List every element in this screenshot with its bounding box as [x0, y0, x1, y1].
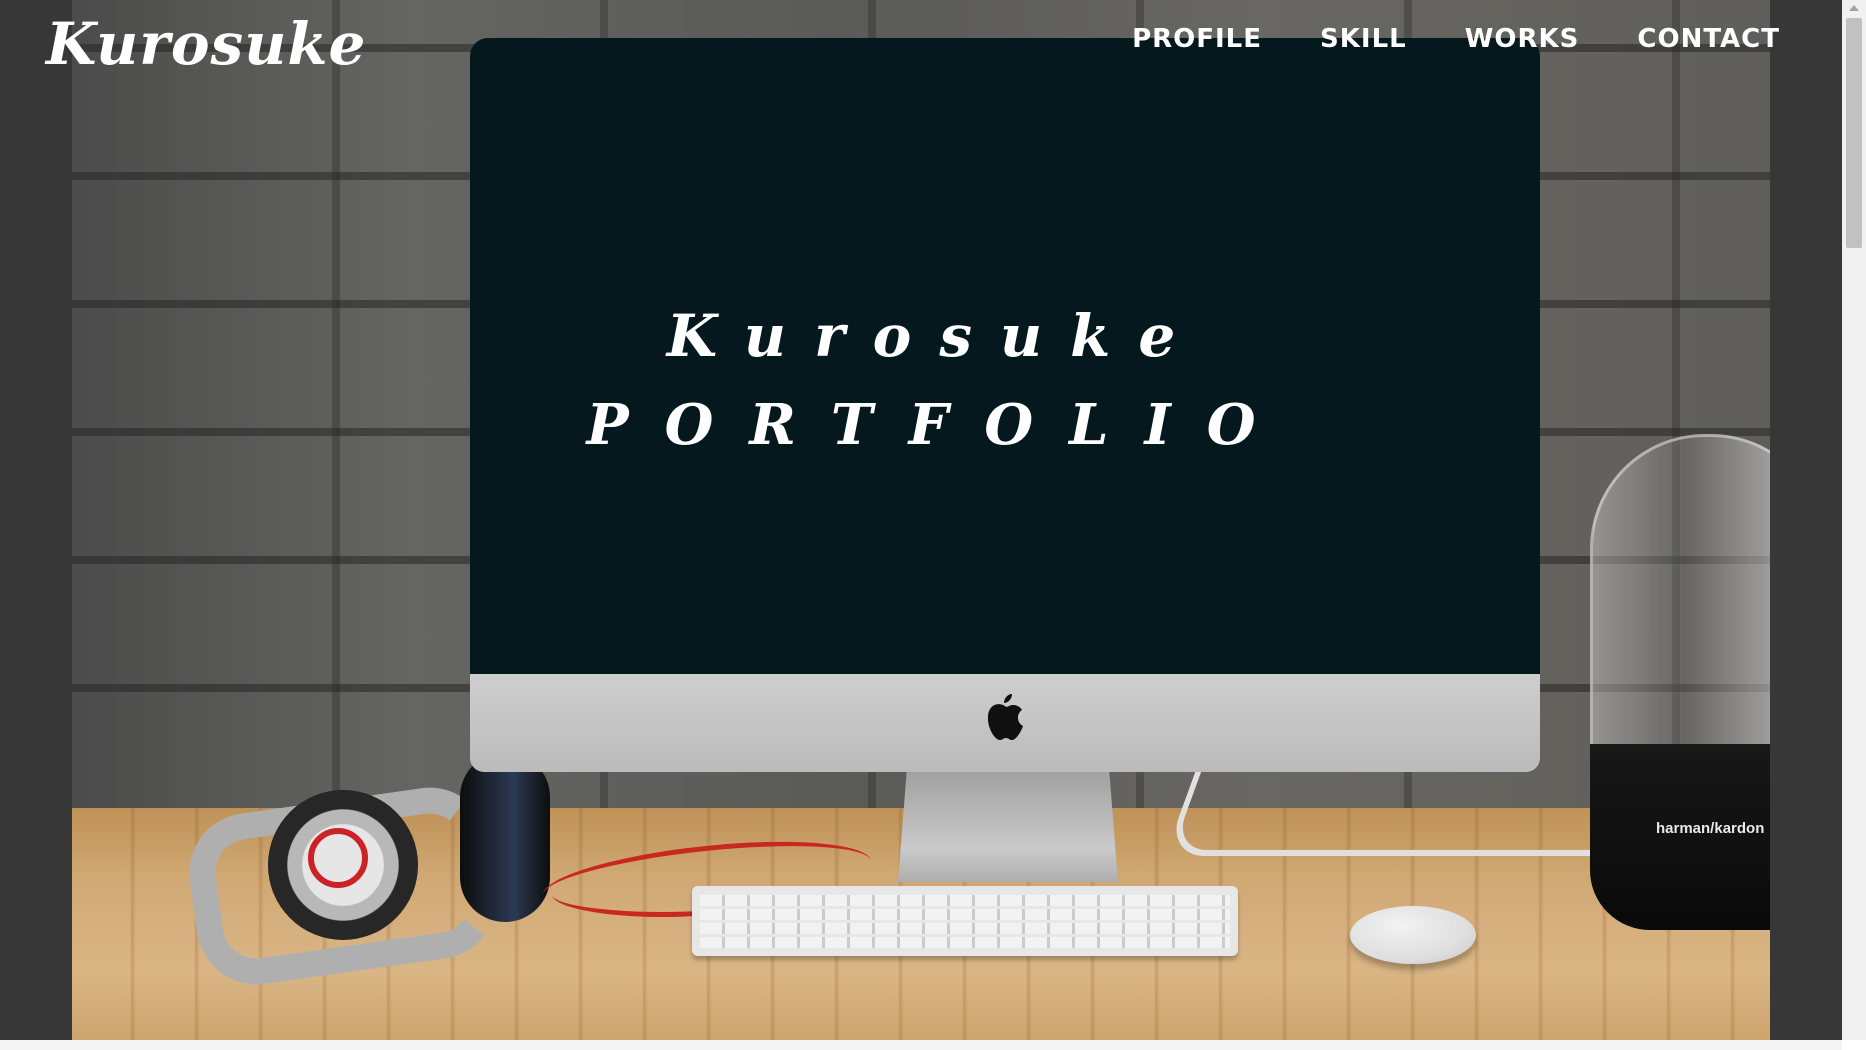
nav-profile-link[interactable]: PROFILE: [1132, 24, 1262, 54]
nav-skill-link[interactable]: SKILL: [1320, 24, 1407, 54]
nav-contact-link[interactable]: CONTACT: [1637, 24, 1780, 54]
chevron-up-icon: [1849, 5, 1859, 11]
scroll-up-button[interactable]: [1842, 0, 1866, 16]
hero-title: Kurosuke: [666, 302, 1204, 370]
main-nav: PROFILE SKILL WORKS CONTACT: [1132, 24, 1780, 54]
hero-image: [72, 0, 1770, 1040]
nav-works-link[interactable]: WORKS: [1465, 24, 1580, 54]
hero-subtitle: PORTFOLIO: [586, 392, 1292, 458]
site-logo[interactable]: Kurosuke: [46, 10, 366, 78]
scrollbar-thumb[interactable]: [1846, 18, 1862, 248]
page-viewport: harman/kardon Kurosuke PORTFOLIO Kurosuk…: [0, 0, 1842, 1040]
speaker-brand-label: harman/kardon: [1656, 820, 1765, 837]
page-bottom-edge: [0, 1040, 1842, 1050]
vertical-scrollbar[interactable]: [1842, 0, 1866, 1040]
hero-overlay: [72, 0, 1770, 1040]
